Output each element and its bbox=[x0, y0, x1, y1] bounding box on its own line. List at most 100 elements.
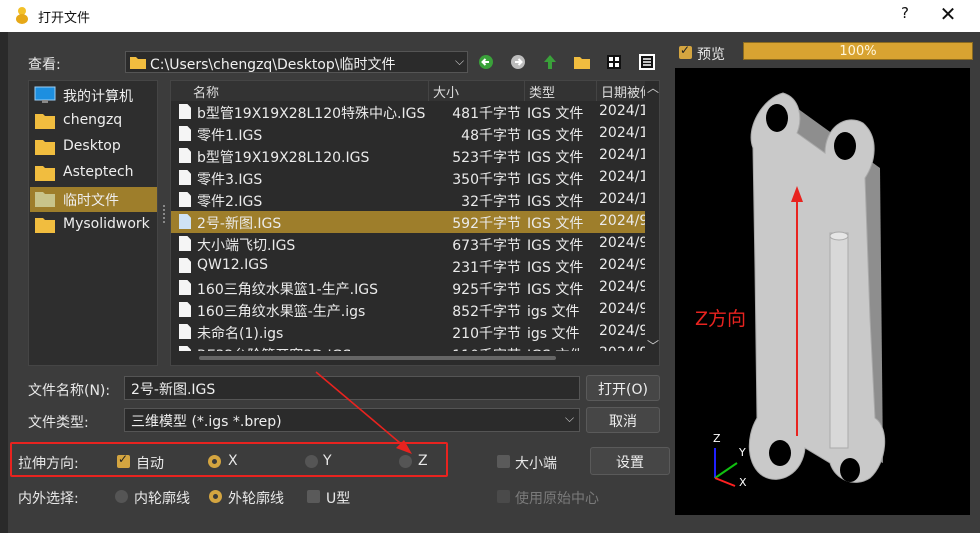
detail-view-icon[interactable] bbox=[637, 52, 657, 72]
file-row[interactable]: 大小端飞切.IGS 673千字节 IGS 文件 2024/9/ bbox=[171, 233, 646, 255]
path-text: C:\Users\chengzq\Desktop\临时文件 bbox=[150, 57, 396, 73]
file-row[interactable]: 零件1.IGS 48千字节 IGS 文件 2024/10/ bbox=[171, 123, 646, 145]
file-date: 2024/9/ bbox=[599, 257, 646, 273]
folder-icon bbox=[35, 218, 55, 233]
file-type: IGS 文件 bbox=[527, 150, 584, 166]
radio-inner-contour[interactable] bbox=[115, 490, 128, 503]
file-row[interactable]: 160三角纹水果篮1-生产.IGS 925千字节 IGS 文件 2024/9/ bbox=[171, 277, 646, 299]
background-edge bbox=[0, 32, 8, 533]
sidebar-item-label: Asteptech bbox=[63, 164, 134, 180]
progress-bar: 100% bbox=[743, 42, 973, 60]
file-icon bbox=[179, 170, 191, 185]
file-size: 925千字节 bbox=[452, 282, 521, 298]
sidebar-item-computer[interactable]: 我的计算机 bbox=[30, 83, 157, 108]
file-type: igs 文件 bbox=[527, 326, 580, 342]
file-date: 2024/10/ bbox=[599, 103, 646, 119]
file-size: 231千字节 bbox=[452, 260, 521, 276]
u-shape-checkbox[interactable] bbox=[307, 490, 320, 503]
places-sidebar: 我的计算机 chengzq Desktop Asteptech 临时文件 Mys… bbox=[28, 80, 158, 366]
sidebar-item-label: Mysolidwork bbox=[63, 216, 150, 232]
scroll-down-icon[interactable]: ﹀ bbox=[647, 337, 659, 354]
file-icon bbox=[179, 126, 191, 141]
new-folder-icon[interactable] bbox=[572, 52, 592, 72]
file-date: 2024/9/ bbox=[599, 301, 646, 317]
file-row[interactable]: 零件2.IGS 32千字节 IGS 文件 2024/10/ bbox=[171, 189, 646, 211]
file-name: b型管19X19X28L120特殊中心.IGS bbox=[197, 106, 426, 122]
file-date: 2024/9/ bbox=[599, 279, 646, 295]
file-date: 2024/10/ bbox=[599, 169, 646, 185]
file-type: IGS 文件 bbox=[527, 238, 584, 254]
sidebar-item-mysolidwork[interactable]: Mysolidwork bbox=[30, 213, 157, 238]
file-icon bbox=[179, 302, 191, 317]
sidebar-item-temp[interactable]: 临时文件 bbox=[30, 187, 157, 212]
file-icon bbox=[179, 258, 191, 273]
file-row[interactable]: b型管19X19X28L120.IGS 523千字节 IGS 文件 2024/10/ bbox=[171, 145, 646, 167]
file-icon bbox=[179, 192, 191, 207]
sidebar-item-chengzq[interactable]: chengzq bbox=[30, 109, 157, 134]
settings-button[interactable]: 设置 bbox=[590, 447, 670, 475]
scroll-up-icon[interactable]: ︿ bbox=[647, 81, 659, 96]
column-header-size[interactable]: 大小 bbox=[429, 81, 525, 101]
forward-arrow-icon[interactable] bbox=[508, 52, 528, 72]
grid-view-icon[interactable] bbox=[604, 52, 624, 72]
vertical-scrollbar[interactable]: ︿ ﹀ bbox=[645, 81, 659, 365]
file-row[interactable]: 2号-新图.IGS 592千字节 IGS 文件 2024/9/ bbox=[171, 211, 646, 233]
sidebar-item-asteptech[interactable]: Asteptech bbox=[30, 161, 157, 186]
use-origin-checkbox[interactable] bbox=[497, 490, 510, 503]
chevron-down-icon[interactable]: ⌵ bbox=[455, 54, 464, 69]
up-arrow-icon[interactable] bbox=[540, 52, 560, 72]
help-button[interactable]: ? bbox=[897, 4, 913, 22]
horizontal-scrollbar[interactable] bbox=[171, 351, 646, 365]
file-row[interactable]: b型管19X19X28L120特殊中心.IGS 481千字节 IGS 文件 2024/… bbox=[171, 101, 646, 123]
back-arrow-icon[interactable] bbox=[476, 52, 496, 72]
radio-outer-contour[interactable] bbox=[209, 490, 222, 503]
file-date: 2024/10/ bbox=[599, 191, 646, 207]
file-row[interactable]: QW12.IGS 231千字节 IGS 文件 2024/9/ bbox=[171, 255, 646, 277]
file-size: 48千字节 bbox=[461, 128, 521, 144]
file-name: 160三角纹水果篮-生产.igs bbox=[197, 304, 366, 320]
file-row[interactable]: 未命名(1).igs 210千字节 igs 文件 2024/9/ bbox=[171, 321, 646, 343]
file-date: 2024/9/ bbox=[599, 323, 646, 339]
file-date: 2024/10/ bbox=[599, 125, 646, 141]
file-list: 名称 大小 类型 日期被修改 b型管19X19X28L120特殊中心.IGS 48… bbox=[170, 80, 660, 366]
file-date: 2024/9/ bbox=[599, 213, 646, 229]
endian-checkbox[interactable] bbox=[497, 455, 510, 468]
folder-icon bbox=[130, 57, 146, 69]
column-header-date[interactable]: 日期被修改 bbox=[597, 81, 646, 101]
file-type: IGS 文件 bbox=[527, 172, 584, 188]
close-button[interactable]: ✕ bbox=[938, 2, 958, 26]
file-name: 160三角纹水果篮1-生产.IGS bbox=[197, 282, 378, 298]
splitter-handle[interactable] bbox=[163, 205, 166, 223]
file-type: IGS 文件 bbox=[527, 128, 584, 144]
file-type: IGS 文件 bbox=[527, 194, 584, 210]
column-header-type[interactable]: 类型 bbox=[525, 81, 597, 101]
chevron-down-icon[interactable]: ⌵ bbox=[565, 411, 574, 426]
column-header-name[interactable]: 名称 bbox=[171, 81, 429, 101]
file-size: 481千字节 bbox=[452, 106, 521, 122]
look-in-label: 查看: bbox=[28, 57, 61, 73]
cancel-button[interactable]: 取消 bbox=[586, 407, 660, 433]
radio-x[interactable] bbox=[208, 455, 221, 468]
window-title: 打开文件 bbox=[38, 11, 91, 26]
file-date: 2024/9/ bbox=[599, 235, 646, 251]
file-size: 210千字节 bbox=[452, 326, 521, 342]
file-size: 523千字节 bbox=[452, 150, 521, 166]
u-shape-label: U型 bbox=[326, 491, 351, 507]
annotation-label: Z方向 bbox=[695, 308, 747, 330]
scrollbar-thumb[interactable] bbox=[199, 356, 556, 360]
file-size: 350千字节 bbox=[452, 172, 521, 188]
file-row[interactable]: 零件3.IGS 350千字节 IGS 文件 2024/10/ bbox=[171, 167, 646, 189]
file-type: IGS 文件 bbox=[527, 216, 584, 232]
file-size: 673千字节 bbox=[452, 238, 521, 254]
annotation-arrow bbox=[315, 371, 412, 454]
axis-y-label: Y bbox=[739, 446, 746, 459]
sidebar-item-desktop[interactable]: Desktop bbox=[30, 135, 157, 160]
preview-checkbox[interactable] bbox=[679, 43, 692, 59]
file-name: 大小端飞切.IGS bbox=[197, 238, 296, 254]
folder-icon bbox=[35, 192, 55, 207]
open-button[interactable]: 打开(O) bbox=[586, 375, 660, 401]
path-combobox[interactable]: C:\Users\chengzq\Desktop\临时文件 ⌵ bbox=[125, 51, 468, 73]
model-render bbox=[714, 92, 886, 487]
file-row[interactable]: 160三角纹水果篮-生产.igs 852千字节 igs 文件 2024/9/ bbox=[171, 299, 646, 321]
auto-checkbox[interactable] bbox=[117, 452, 130, 468]
